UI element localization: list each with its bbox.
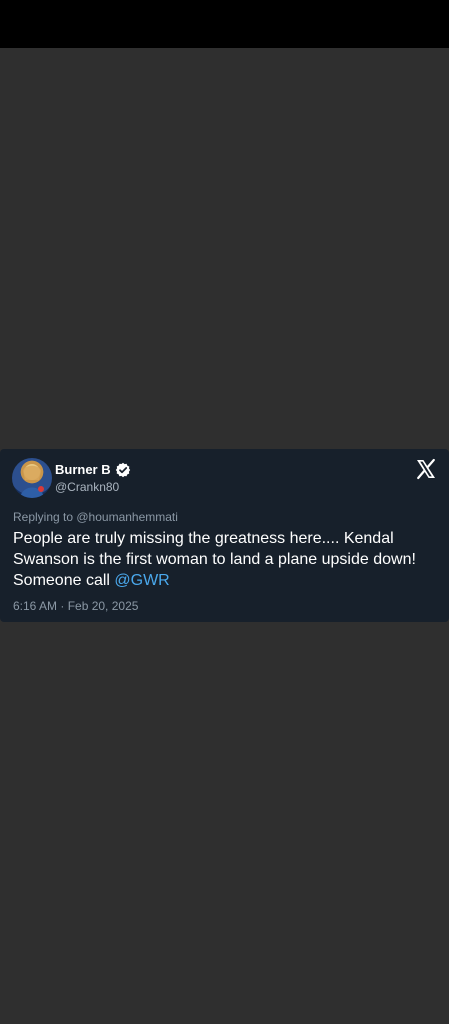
tweet-text-line-2: Swanson is the first woman to land a pla… [13,551,416,568]
top-bar [0,0,449,48]
x-logo-icon[interactable] [415,458,437,480]
verified-badge-icon [115,462,131,478]
avatar[interactable] [12,458,52,498]
mention-link[interactable]: @GWR [114,572,169,589]
replying-to-line[interactable]: Replying to @houmanhemmati [13,509,178,525]
tweet-text: People are truly missing the greatness h… [13,528,438,591]
tweet-text-line-1: People are truly missing the greatness h… [13,530,394,547]
display-name[interactable]: Burner B [55,461,111,479]
tweet-text-line-3-prefix: Someone call [13,572,115,589]
tweet-card[interactable]: Burner B @Crankn80 Replying to @houmanhe… [0,449,449,622]
user-handle[interactable]: @Crankn80 [55,479,119,495]
tweet-timestamp[interactable]: 6:16 AM · Feb 20, 2025 [13,598,138,614]
display-name-row: Burner B [55,461,131,479]
